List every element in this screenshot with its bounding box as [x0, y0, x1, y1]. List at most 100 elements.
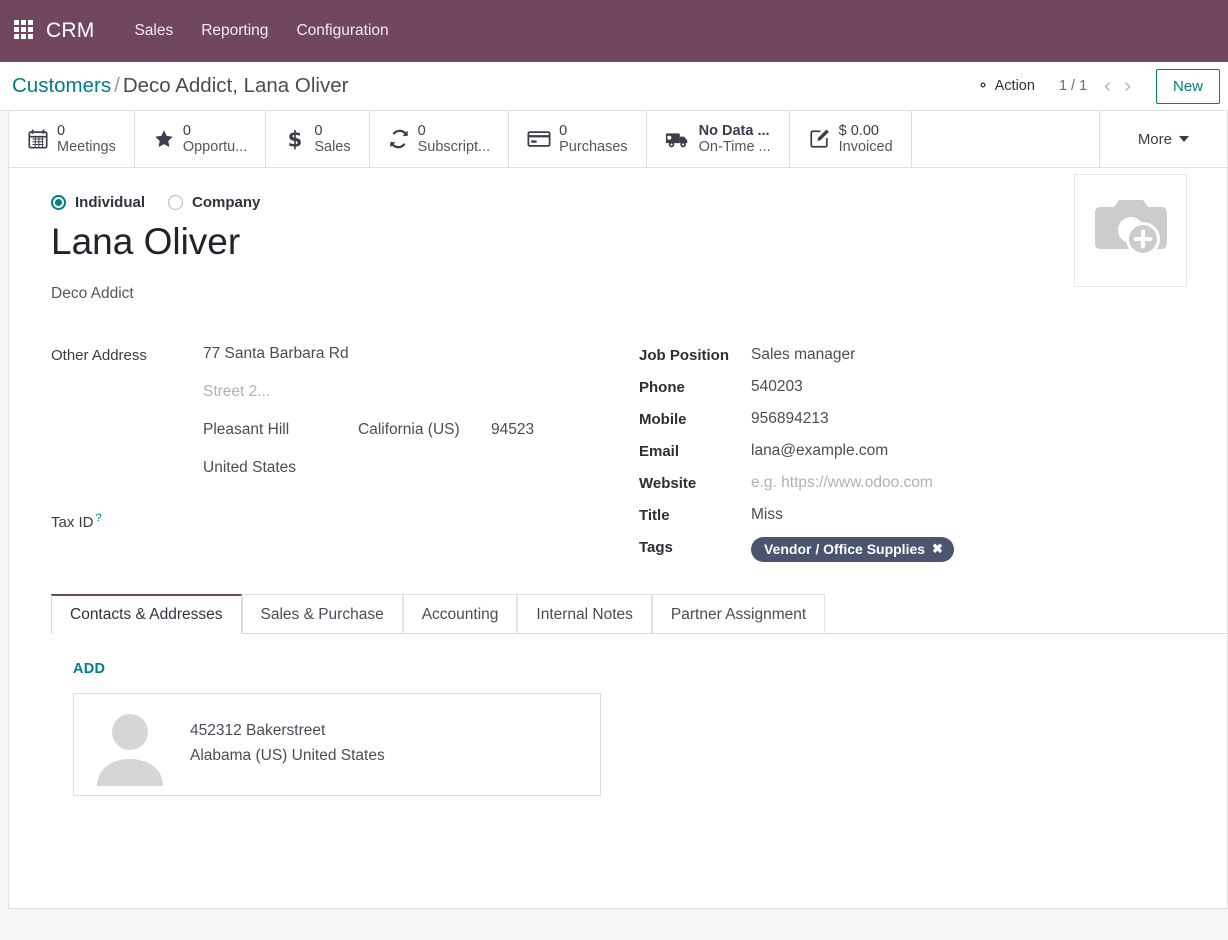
smart-button-label: Invoiced	[838, 139, 893, 155]
field-tax-id: Tax ID?	[51, 510, 639, 531]
more-smart-buttons-dropdown[interactable]: More	[1098, 111, 1227, 167]
field-value-email[interactable]: lana@example.com	[751, 441, 888, 460]
tab-contacts-addresses[interactable]: Contacts & Addresses	[51, 593, 242, 634]
calendar-icon	[27, 128, 49, 150]
address-country[interactable]: United States	[203, 459, 534, 477]
form-columns: Other Address 77 Santa Barbara Rd Street…	[51, 345, 1187, 575]
smart-button-value: No Data ...	[698, 122, 770, 139]
tab-sales-purchase[interactable]: Sales & Purchase	[241, 593, 403, 634]
tab-accounting[interactable]: Accounting	[402, 593, 518, 634]
smart-button-text: 0 Purchases	[559, 123, 628, 155]
smart-button-label: Sales	[314, 139, 351, 155]
field-label-job-position: Job Position	[639, 346, 729, 364]
smart-button-value: $ 0.00	[838, 122, 879, 139]
control-panel-right: Action 1 / 1 ‹ › New	[966, 68, 1220, 104]
smart-button-invoiced[interactable]: $ 0.00 Invoiced	[790, 111, 912, 167]
notebook: Contacts & Addresses Sales & Purchase Ac…	[9, 593, 1227, 796]
truck-icon	[665, 128, 691, 150]
pencil-square-icon	[808, 128, 831, 150]
help-icon[interactable]: ?	[96, 512, 102, 524]
field-label-tax-id: Tax ID?	[51, 510, 203, 531]
tab-internal-notes[interactable]: Internal Notes	[517, 593, 652, 634]
contact-image-upload[interactable]	[1074, 174, 1187, 287]
more-label: More	[1137, 130, 1172, 148]
contact-line-1: 452312 Bakerstreet	[190, 722, 326, 740]
list-item[interactable]: 452312 Bakerstreet Alabama (US) United S…	[73, 692, 601, 796]
radio-company-label[interactable]: Company	[192, 194, 260, 211]
field-website: Website e.g. https://www.odoo.com	[639, 473, 1187, 492]
nav-menu-sales[interactable]: Sales	[120, 16, 187, 46]
nav-menu-configuration[interactable]: Configuration	[282, 16, 402, 46]
field-label-mobile: Mobile	[639, 410, 687, 428]
top-navbar: CRM Sales Reporting Configuration	[0, 0, 1228, 62]
field-label-website: Website	[639, 474, 697, 492]
parent-company-field[interactable]: Deco Addict	[51, 285, 1187, 303]
field-value-phone[interactable]: 540203	[751, 377, 803, 396]
address-city[interactable]: Pleasant Hill	[203, 421, 358, 439]
apps-grid-icon[interactable]	[14, 20, 36, 42]
smart-button-purchases[interactable]: 0 Purchases	[509, 111, 647, 167]
pager-arrows: ‹ ›	[1097, 75, 1138, 97]
address-state[interactable]: California (US)	[358, 421, 491, 439]
field-value-job-position[interactable]: Sales manager	[751, 345, 855, 364]
notebook-tabs: Contacts & Addresses Sales & Purchase Ac…	[51, 593, 1227, 634]
smart-button-value: 0	[417, 122, 426, 139]
smart-button-text: 0 Meetings	[57, 123, 116, 155]
smart-button-subscriptions[interactable]: 0 Subscript...	[370, 111, 510, 167]
camera-add-icon	[1089, 192, 1173, 269]
smart-button-label: Subscript...	[417, 139, 491, 155]
radio-individual[interactable]	[51, 195, 66, 210]
field-mobile: Mobile 956894213	[639, 409, 1187, 428]
field-job-position: Job Position Sales manager	[639, 345, 1187, 364]
action-button[interactable]: Action	[966, 73, 1045, 99]
add-contact-button[interactable]: ADD	[73, 661, 105, 677]
field-value-mobile[interactable]: 956894213	[751, 409, 829, 428]
gear-icon	[976, 78, 990, 94]
breadcrumb-separator: /	[114, 74, 120, 97]
radio-individual-label[interactable]: Individual	[75, 194, 145, 211]
tag-label: Vendor / Office Supplies	[764, 540, 926, 557]
smart-button-text: 0 Subscript...	[418, 123, 491, 155]
address-zip[interactable]: 94523	[491, 421, 534, 439]
smart-button-sales[interactable]: $ 0 Sales	[266, 111, 370, 167]
smart-button-meetings[interactable]: 0 Meetings	[9, 111, 135, 167]
field-label-other-address: Other Address	[51, 346, 147, 364]
contact-line-2: Alabama (US) United States	[190, 747, 385, 765]
smart-button-text: 0 Sales	[314, 123, 350, 155]
chevron-right-icon[interactable]: ›	[1118, 75, 1138, 97]
smart-button-on-time-delivery[interactable]: No Data ... On-Time ...	[647, 111, 790, 167]
smart-button-text: No Data ... On-Time ...	[699, 123, 771, 155]
new-button[interactable]: New	[1155, 68, 1220, 104]
close-icon[interactable]: ✖	[932, 541, 943, 557]
field-email: Email lana@example.com	[639, 441, 1187, 460]
address-city-state-zip: Pleasant Hill California (US) 94523	[203, 421, 534, 439]
radio-company[interactable]	[168, 195, 184, 210]
smart-button-label: On-Time ...	[698, 139, 771, 155]
field-value-website[interactable]: e.g. https://www.odoo.com	[751, 473, 933, 492]
form-column-left: Other Address 77 Santa Barbara Rd Street…	[51, 345, 639, 575]
chevron-left-icon[interactable]: ‹	[1097, 75, 1117, 97]
app-brand-crm[interactable]: CRM	[46, 19, 94, 43]
pager-counter[interactable]: 1 / 1	[1059, 78, 1087, 94]
address-values: 77 Santa Barbara Rd Street 2... Pleasant…	[203, 345, 534, 497]
smart-button-opportunities[interactable]: 0 Opportu...	[135, 111, 267, 167]
address-street2[interactable]: Street 2...	[203, 383, 534, 401]
refresh-icon	[388, 128, 410, 150]
tab-partner-assignment[interactable]: Partner Assignment	[651, 593, 826, 634]
field-phone: Phone 540203	[639, 377, 1187, 396]
smart-button-value: 0	[57, 122, 66, 139]
address-street[interactable]: 77 Santa Barbara Rd	[203, 345, 534, 363]
field-title: Title Miss	[639, 505, 1187, 524]
form-viewport: 0 Meetings 0 Opportu... $ 0 Sales 0 Subs…	[0, 111, 1228, 940]
breadcrumb-customers[interactable]: Customers	[12, 74, 111, 97]
nav-menu-reporting[interactable]: Reporting	[187, 16, 282, 46]
svg-text:$: $	[288, 128, 303, 150]
form-column-right: Job Position Sales manager Phone 540203 …	[639, 345, 1187, 575]
smart-button-label: Purchases	[559, 139, 628, 155]
user-avatar-placeholder-icon	[88, 702, 172, 787]
credit-card-icon	[527, 128, 551, 150]
smart-button-bar: 0 Meetings 0 Opportu... $ 0 Sales 0 Subs…	[9, 111, 1227, 168]
page-title[interactable]: Lana Oliver	[51, 221, 1187, 264]
field-value-title[interactable]: Miss	[751, 505, 783, 524]
tag-chip[interactable]: Vendor / Office Supplies ✖	[751, 536, 954, 562]
